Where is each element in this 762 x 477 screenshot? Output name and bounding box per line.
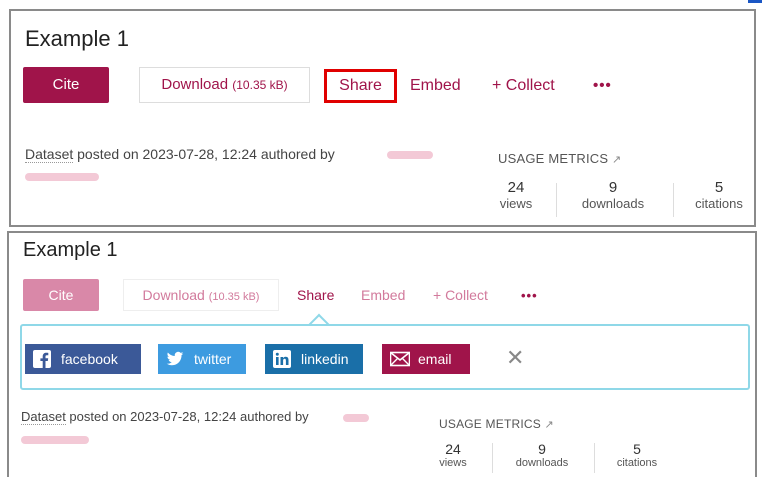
page-title: Example 1	[23, 239, 118, 261]
metric-citations: 5 citations	[695, 179, 743, 211]
download-size: (10.35 kB)	[232, 78, 288, 92]
external-link-icon: ↗	[612, 154, 622, 166]
download-size: (10.35 kB)	[208, 291, 260, 303]
example-panel-1: Example 1 Cite Download (10.35 kB) Share…	[9, 9, 756, 227]
posted-text: posted on 2023-07-28, 12:24 authored by	[73, 146, 335, 162]
linkedin-icon	[273, 350, 291, 368]
facebook-icon	[33, 350, 51, 368]
page-title: Example 1	[25, 26, 129, 51]
author-name-redacted[interactable]	[343, 414, 369, 422]
metric-divider	[673, 183, 674, 217]
dataset-type-label: Dataset	[21, 409, 66, 425]
linkedin-label: linkedin	[301, 351, 349, 367]
twitter-icon	[166, 351, 184, 366]
download-label: Download	[142, 287, 205, 303]
twitter-label: twitter	[194, 351, 232, 367]
linkedin-share-button[interactable]: linkedin	[265, 344, 363, 374]
posted-text: posted on 2023-07-28, 12:24 authored by	[65, 409, 309, 424]
email-label: email	[418, 351, 452, 367]
dataset-type-label: Dataset	[25, 146, 74, 163]
cite-button[interactable]: Cite	[23, 279, 99, 311]
metric-divider	[492, 443, 493, 473]
facebook-label: facebook	[61, 351, 118, 367]
collect-link[interactable]: + Collect	[492, 77, 555, 95]
share-button-highlighted[interactable]: Share	[324, 69, 397, 103]
usage-metrics-heading[interactable]: USAGE METRICS ↗	[439, 417, 554, 431]
more-options-icon[interactable]: •••	[593, 77, 612, 94]
author-name-redacted-2[interactable]	[25, 173, 99, 181]
cite-button[interactable]: Cite	[23, 67, 109, 103]
embed-link[interactable]: Embed	[361, 287, 405, 303]
share-button-active[interactable]: Share	[297, 287, 334, 303]
metric-downloads: 9 downloads	[581, 179, 645, 211]
close-icon[interactable]: ✕	[506, 344, 524, 372]
embed-link[interactable]: Embed	[410, 77, 461, 95]
author-name-redacted[interactable]	[387, 151, 433, 159]
share-panel: facebook twitter linkedin email ✕	[20, 324, 750, 390]
email-share-button[interactable]: email	[382, 344, 470, 374]
download-button[interactable]: Download (10.35 kB)	[123, 279, 279, 311]
envelope-icon	[390, 351, 410, 367]
collect-link[interactable]: + Collect	[433, 287, 488, 303]
metric-views: 24 views	[499, 179, 533, 211]
more-options-icon[interactable]: •••	[521, 288, 538, 303]
posted-info: Dataset posted on 2023-07-28, 12:24 auth…	[25, 146, 335, 163]
metric-divider	[556, 183, 557, 217]
posted-info: Dataset posted on 2023-07-28, 12:24 auth…	[21, 409, 309, 425]
cropped-link-underline	[748, 0, 762, 3]
example-panel-2: Example 1 Cite Download (10.35 kB) Share…	[7, 231, 757, 477]
download-label: Download	[161, 76, 229, 93]
cropped-top-strip	[0, 0, 762, 8]
download-button[interactable]: Download (10.35 kB)	[139, 67, 310, 103]
external-link-icon: ↗	[544, 419, 554, 431]
author-name-redacted-2[interactable]	[21, 436, 89, 444]
usage-metrics-heading[interactable]: USAGE METRICS ↗	[498, 151, 621, 166]
facebook-share-button[interactable]: facebook	[25, 344, 141, 374]
twitter-share-button[interactable]: twitter	[158, 344, 246, 374]
metric-views: 24 views	[439, 441, 467, 469]
metric-divider	[594, 443, 595, 473]
metric-citations: 5 citations	[616, 441, 658, 469]
metric-downloads: 9 downloads	[515, 441, 569, 469]
